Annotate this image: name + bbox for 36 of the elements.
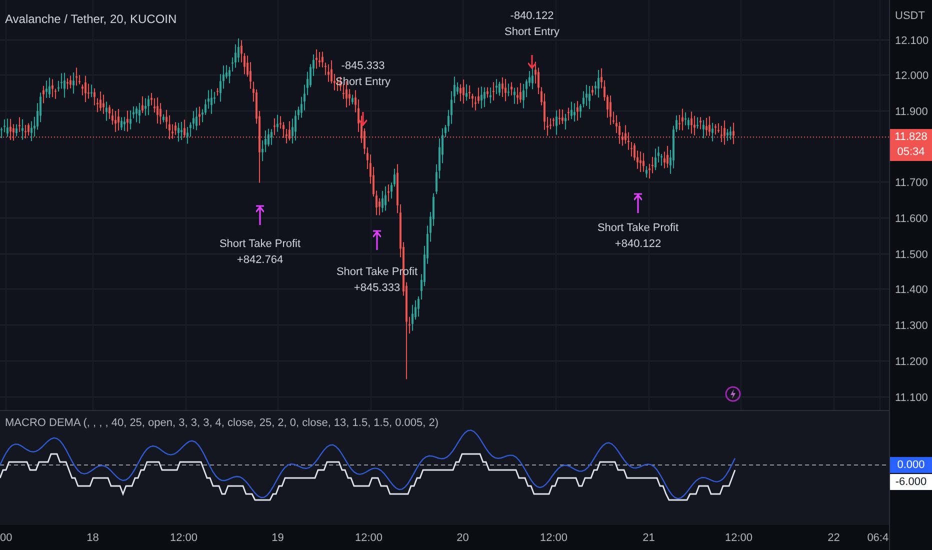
indicator-value-badge: -6.000: [890, 474, 932, 490]
marker-label: -840.122 Short Entry: [503, 9, 561, 40]
down-arrow-icon: [528, 55, 536, 69]
price-label: 11.400: [895, 283, 928, 298]
indicator-value-badge: 0.000: [890, 457, 932, 473]
price-label: 11.900: [895, 105, 928, 120]
down-arrow-icon: [359, 112, 367, 126]
time-label: 00: [0, 531, 12, 546]
time-label: 22: [828, 531, 840, 546]
last-price-badge: 11.828 05:34: [890, 129, 932, 161]
currency-label: USDT: [895, 9, 925, 24]
chart-title: Avalanche / Tether, 20, KUCOIN: [5, 11, 177, 28]
price-label: 11.500: [895, 248, 928, 263]
time-label: 12:00: [355, 531, 383, 546]
time-label: 12:00: [725, 531, 753, 546]
up-arrow-icon: [373, 230, 381, 250]
time-label: 12:00: [540, 531, 568, 546]
marker-label: Short Take Profit +840.122: [596, 221, 680, 252]
time-label: 12:00: [170, 531, 198, 546]
time-label: 18: [86, 531, 99, 546]
indicator-title: MACRO DEMA (, , , , 40, 25, open, 3, 3, 3, 4, close, 25, 2, 0, close, 13, 1.5, 1.5, 0.005, 2): [5, 416, 439, 431]
marker-label: Short Take Profit +842.764: [218, 237, 302, 268]
price-label: 11.300: [895, 319, 928, 334]
price-label: 11.700: [895, 176, 928, 191]
up-arrow-icon: [634, 193, 642, 213]
price-label: 11.600: [895, 212, 928, 227]
time-label: 20: [456, 531, 469, 546]
time-label: 19: [272, 531, 284, 546]
price-label: 11.100: [895, 391, 928, 406]
time-label: 06:4: [867, 531, 889, 546]
price-label: 11.200: [895, 355, 928, 370]
lightning-icon[interactable]: [725, 386, 741, 402]
price-label: 12.000: [895, 69, 929, 84]
price-label: 12.100: [895, 34, 929, 49]
time-label: 21: [642, 531, 655, 546]
up-arrow-icon: [256, 205, 264, 225]
